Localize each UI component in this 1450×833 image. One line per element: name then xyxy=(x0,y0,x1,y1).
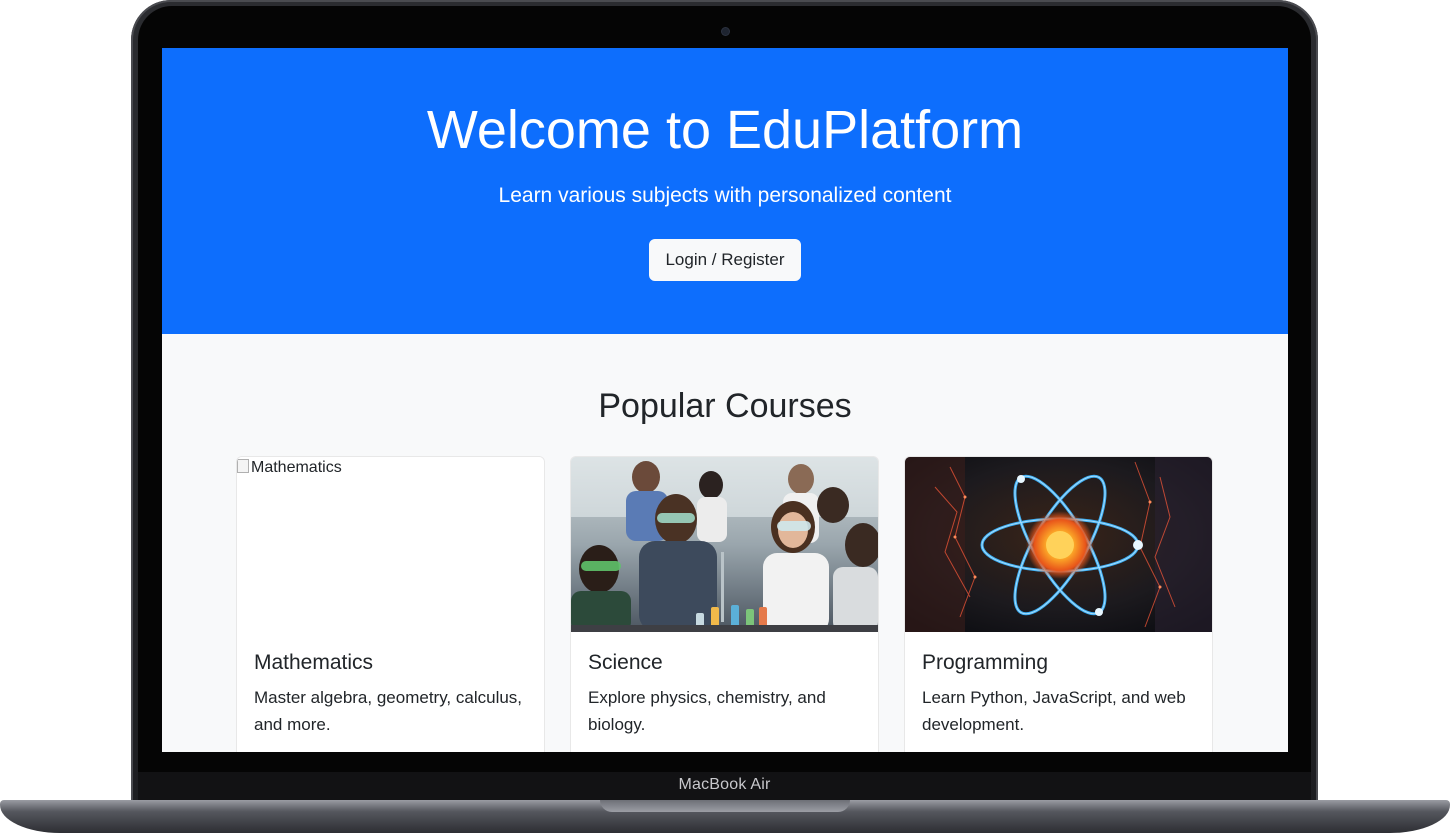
device-label: MacBook Air xyxy=(678,776,771,793)
broken-image-icon: Mathematics xyxy=(237,459,342,477)
card-body: Science Explore physics, chemistry, and … xyxy=(571,632,878,752)
section-title: Popular Courses xyxy=(598,387,852,425)
card-description: Explore physics, chemistry, and biology. xyxy=(588,688,826,734)
laptop-mockup: Welcome to EduPlatform Learn various sub… xyxy=(0,0,1450,833)
hero-title: Welcome to EduPlatform xyxy=(426,100,1024,160)
card-description: Learn Python, JavaScript, and web develo… xyxy=(922,688,1186,734)
popular-courses-section: Popular Courses Mathematics Mathematics … xyxy=(162,334,1288,752)
card-description: Master algebra, geometry, calculus, and … xyxy=(254,688,523,734)
programming-image xyxy=(905,457,1212,632)
card-body: Mathematics Master algebra, geometry, ca… xyxy=(237,632,544,752)
camera-icon xyxy=(722,28,729,35)
login-register-button[interactable]: Login / Register xyxy=(649,239,801,281)
card-body: Programming Learn Python, JavaScript, an… xyxy=(905,632,1212,752)
hero-subtitle: Learn various subjects with personalized… xyxy=(498,184,952,207)
course-card-science[interactable]: Science Explore physics, chemistry, and … xyxy=(570,456,879,752)
card-title: Mathematics xyxy=(254,651,374,674)
students-lab-photo xyxy=(571,457,878,632)
science-image xyxy=(571,457,878,632)
browser-viewport: Welcome to EduPlatform Learn various sub… xyxy=(162,48,1288,752)
glowing-atom-illustration xyxy=(905,457,1212,632)
course-card-programming[interactable]: Programming Learn Python, JavaScript, an… xyxy=(904,456,1213,752)
laptop-hinge-notch xyxy=(600,800,850,812)
card-title: Science xyxy=(588,651,663,674)
card-title: Programming xyxy=(922,651,1049,674)
course-card-mathematics[interactable]: Mathematics Mathematics Master algebra, … xyxy=(236,456,545,752)
image-alt-text: Mathematics xyxy=(251,459,342,476)
hero-banner: Welcome to EduPlatform Learn various sub… xyxy=(162,48,1288,334)
mathematics-image: Mathematics xyxy=(237,457,544,632)
